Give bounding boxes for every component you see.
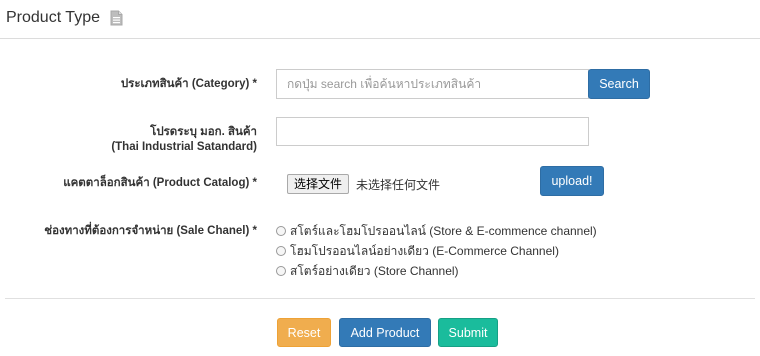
page-header: Product Type <box>0 0 760 39</box>
radio-label: สโตร์อย่างเดียว (Store Channel) <box>290 264 459 278</box>
choose-file-button[interactable]: 选择文件 <box>287 174 350 194</box>
sale-channel-label: ช่องทางที่ต้องการจำหน่าย (Sale Chanel) * <box>44 225 257 237</box>
radio-button[interactable] <box>276 226 286 236</box>
page-title: Product Type <box>6 9 100 26</box>
add-product-button[interactable]: Add Product <box>339 318 431 347</box>
radio-label: โฮมโปรออนไลน์อย่างเดียว (E-Commerce Chan… <box>290 244 559 258</box>
tis-label-line2: (Thai Industrial Satandard) <box>111 141 257 153</box>
tis-input[interactable] <box>276 117 589 146</box>
catalog-label: แคตตาล็อกสินค้า (Product Catalog) * <box>63 177 257 189</box>
tis-label-line1: โปรดระบุ มอก. สินค้า <box>150 126 257 138</box>
reset-button[interactable]: Reset <box>277 318 331 347</box>
category-search-input[interactable] <box>276 69 589 99</box>
submit-button[interactable]: Submit <box>438 318 498 347</box>
radio-button[interactable] <box>276 266 286 276</box>
divider <box>5 298 755 299</box>
radio-button[interactable] <box>276 246 286 256</box>
no-file-chosen-text: 未选择任何文件 <box>356 178 441 192</box>
category-label: ประเภทสินค้า (Category) * <box>120 78 257 90</box>
tis-label: โปรดระบุ มอก. สินค้า (Thai Industrial Sa… <box>111 125 257 155</box>
document-icon <box>110 10 123 31</box>
radio-label: สโตร์และโฮมโปรออนไลน์ (Store & E-commenc… <box>290 224 597 238</box>
sale-channel-option-store-ecommerce[interactable]: สโตร์และโฮมโปรออนไลน์ (Store & E-commenc… <box>276 223 597 239</box>
sale-channel-option-store[interactable]: สโตร์อย่างเดียว (Store Channel) <box>276 263 459 279</box>
category-search-button[interactable]: Search <box>588 69 650 99</box>
upload-button[interactable]: upload! <box>540 166 604 196</box>
sale-channel-option-ecommerce[interactable]: โฮมโปรออนไลน์อย่างเดียว (E-Commerce Chan… <box>276 243 559 259</box>
